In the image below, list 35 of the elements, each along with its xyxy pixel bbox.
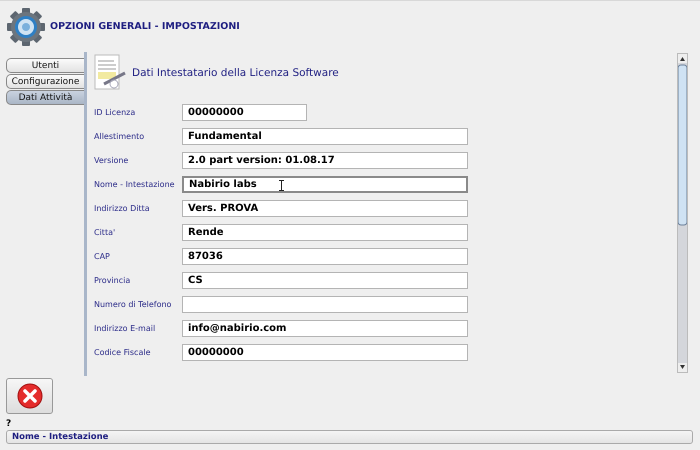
field-label: Numero di Telefono bbox=[94, 300, 172, 308]
help-mark: ? bbox=[6, 419, 12, 429]
document-pen-icon bbox=[94, 54, 126, 92]
input-field[interactable]: 00000000 bbox=[182, 104, 307, 120]
tab[interactable]: Configurazione bbox=[6, 74, 84, 89]
text-cursor-icon bbox=[279, 180, 284, 190]
field-label: Citta' bbox=[94, 228, 116, 236]
field-label: Codice Fiscale bbox=[94, 348, 152, 356]
field-label: Indirizzo E-mail bbox=[94, 324, 156, 332]
input-field[interactable]: 87036 bbox=[182, 248, 468, 264]
input-field[interactable]: CS bbox=[182, 272, 468, 288]
input-field[interactable]: 2.0 part version: 01.08.17 bbox=[182, 152, 468, 168]
input-field[interactable]: Rende bbox=[182, 224, 468, 240]
input-field[interactable]: 00000000 bbox=[182, 344, 468, 360]
input-field[interactable]: Fundamental bbox=[182, 128, 468, 144]
status-bar: Nome - Intestazione bbox=[6, 430, 693, 444]
field-label: Provincia bbox=[94, 276, 132, 284]
field-label: Versione bbox=[94, 156, 130, 164]
section-title: Dati Intestatario della Licenza Software bbox=[132, 67, 339, 79]
input-field[interactable]: Nabirio labs bbox=[182, 176, 468, 192]
field-label: ID Licenza bbox=[94, 108, 136, 116]
field-label: Nome - Intestazione bbox=[94, 180, 176, 188]
field-label: Indirizzo Ditta bbox=[94, 204, 151, 212]
input-field[interactable]: info@nabirio.com bbox=[182, 320, 468, 336]
field-label: Allestimento bbox=[94, 132, 146, 140]
gear-icon bbox=[6, 6, 46, 46]
tab[interactable]: Dati Attività bbox=[6, 90, 84, 105]
scrollbar[interactable] bbox=[677, 53, 688, 373]
input-field[interactable]: Vers. PROVA bbox=[182, 200, 468, 216]
input-field[interactable] bbox=[182, 296, 468, 312]
tab[interactable]: Utenti bbox=[6, 58, 84, 73]
close-icon bbox=[16, 383, 42, 409]
cancel-button[interactable] bbox=[6, 378, 53, 414]
window-title: OPZIONI GENERALI - IMPOSTAZIONI bbox=[50, 21, 240, 32]
field-label: CAP bbox=[94, 252, 111, 260]
